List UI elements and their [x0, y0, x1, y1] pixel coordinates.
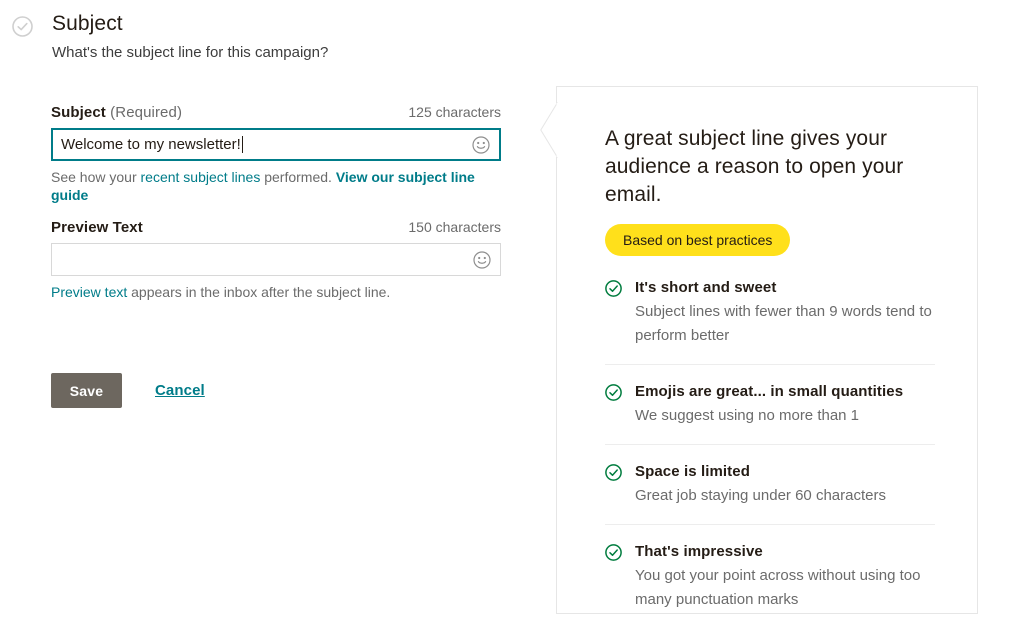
recent-subject-lines-link[interactable]: recent subject lines	[141, 169, 261, 185]
preview-help-rest: appears in the inbox after the subject l…	[127, 284, 390, 300]
list-item: Emojis are great... in small quantities …	[605, 382, 935, 445]
subject-help-middle: performed.	[260, 169, 335, 185]
preview-label-row: Preview Text 150 characters	[51, 219, 501, 236]
callout-arrow-icon	[540, 102, 558, 158]
preview-help-text: Preview text appears in the inbox after …	[51, 283, 491, 301]
text-caret	[242, 136, 243, 153]
list-item: That's impressive You got your point acr…	[605, 542, 935, 612]
tip-description: Great job staying under 60 characters	[635, 484, 886, 508]
subject-label: Subject (Required)	[51, 104, 182, 121]
page-title: Subject	[52, 11, 552, 37]
preview-label: Preview Text	[51, 219, 143, 236]
tip-description: Subject lines with fewer than 9 words te…	[635, 300, 935, 348]
status-badge: Based on best practices	[605, 224, 790, 256]
form-actions: Save Cancel	[51, 373, 205, 408]
subject-input[interactable]: Welcome to my newsletter!	[51, 128, 501, 161]
preview-char-count: 150 characters	[408, 219, 501, 235]
subject-label-row: Subject (Required) 125 characters	[51, 104, 501, 121]
subject-help-prefix: See how your	[51, 169, 141, 185]
best-practices-panel: A great subject line gives your audience…	[556, 86, 978, 614]
check-circle-icon	[12, 16, 33, 37]
subject-help-text: See how your recent subject lines perfor…	[51, 168, 491, 204]
check-circle-green-icon	[605, 544, 622, 561]
preview-text-input[interactable]	[51, 243, 501, 276]
check-circle-green-icon	[605, 464, 622, 481]
section-subtitle: What's the subject line for this campaig…	[52, 42, 552, 63]
section-header: Subject What's the subject line for this…	[12, 11, 552, 63]
tip-title: That's impressive	[635, 542, 935, 562]
tips-content: A great subject line gives your audience…	[557, 87, 977, 612]
save-button[interactable]: Save	[51, 373, 122, 408]
tip-title: It's short and sweet	[635, 278, 935, 298]
check-circle-green-icon	[605, 280, 622, 297]
cancel-button[interactable]: Cancel	[155, 382, 205, 399]
subject-form: Subject (Required) 125 characters Welcom…	[51, 104, 501, 301]
list-item: It's short and sweet Subject lines with …	[605, 278, 935, 365]
tip-description: You got your point across without using …	[635, 564, 935, 612]
emoji-smiley-icon[interactable]	[473, 251, 491, 269]
tip-title: Emojis are great... in small quantities	[635, 382, 903, 402]
subject-char-count: 125 characters	[408, 104, 501, 120]
subject-label-text: Subject	[51, 104, 106, 121]
subject-input-value: Welcome to my newsletter!	[61, 136, 241, 153]
tips-heading: A great subject line gives your audience…	[605, 125, 935, 209]
check-circle-green-icon	[605, 384, 622, 401]
emoji-smiley-icon[interactable]	[472, 136, 490, 154]
subject-required-note: (Required)	[110, 104, 182, 121]
list-item: Space is limited Great job staying under…	[605, 462, 935, 525]
tip-title: Space is limited	[635, 462, 886, 482]
subject-input-value-wrap: Welcome to my newsletter!	[61, 130, 243, 159]
tip-description: We suggest using no more than 1	[635, 404, 903, 428]
tips-list: It's short and sweet Subject lines with …	[605, 278, 935, 612]
preview-text-link[interactable]: Preview text	[51, 284, 127, 300]
